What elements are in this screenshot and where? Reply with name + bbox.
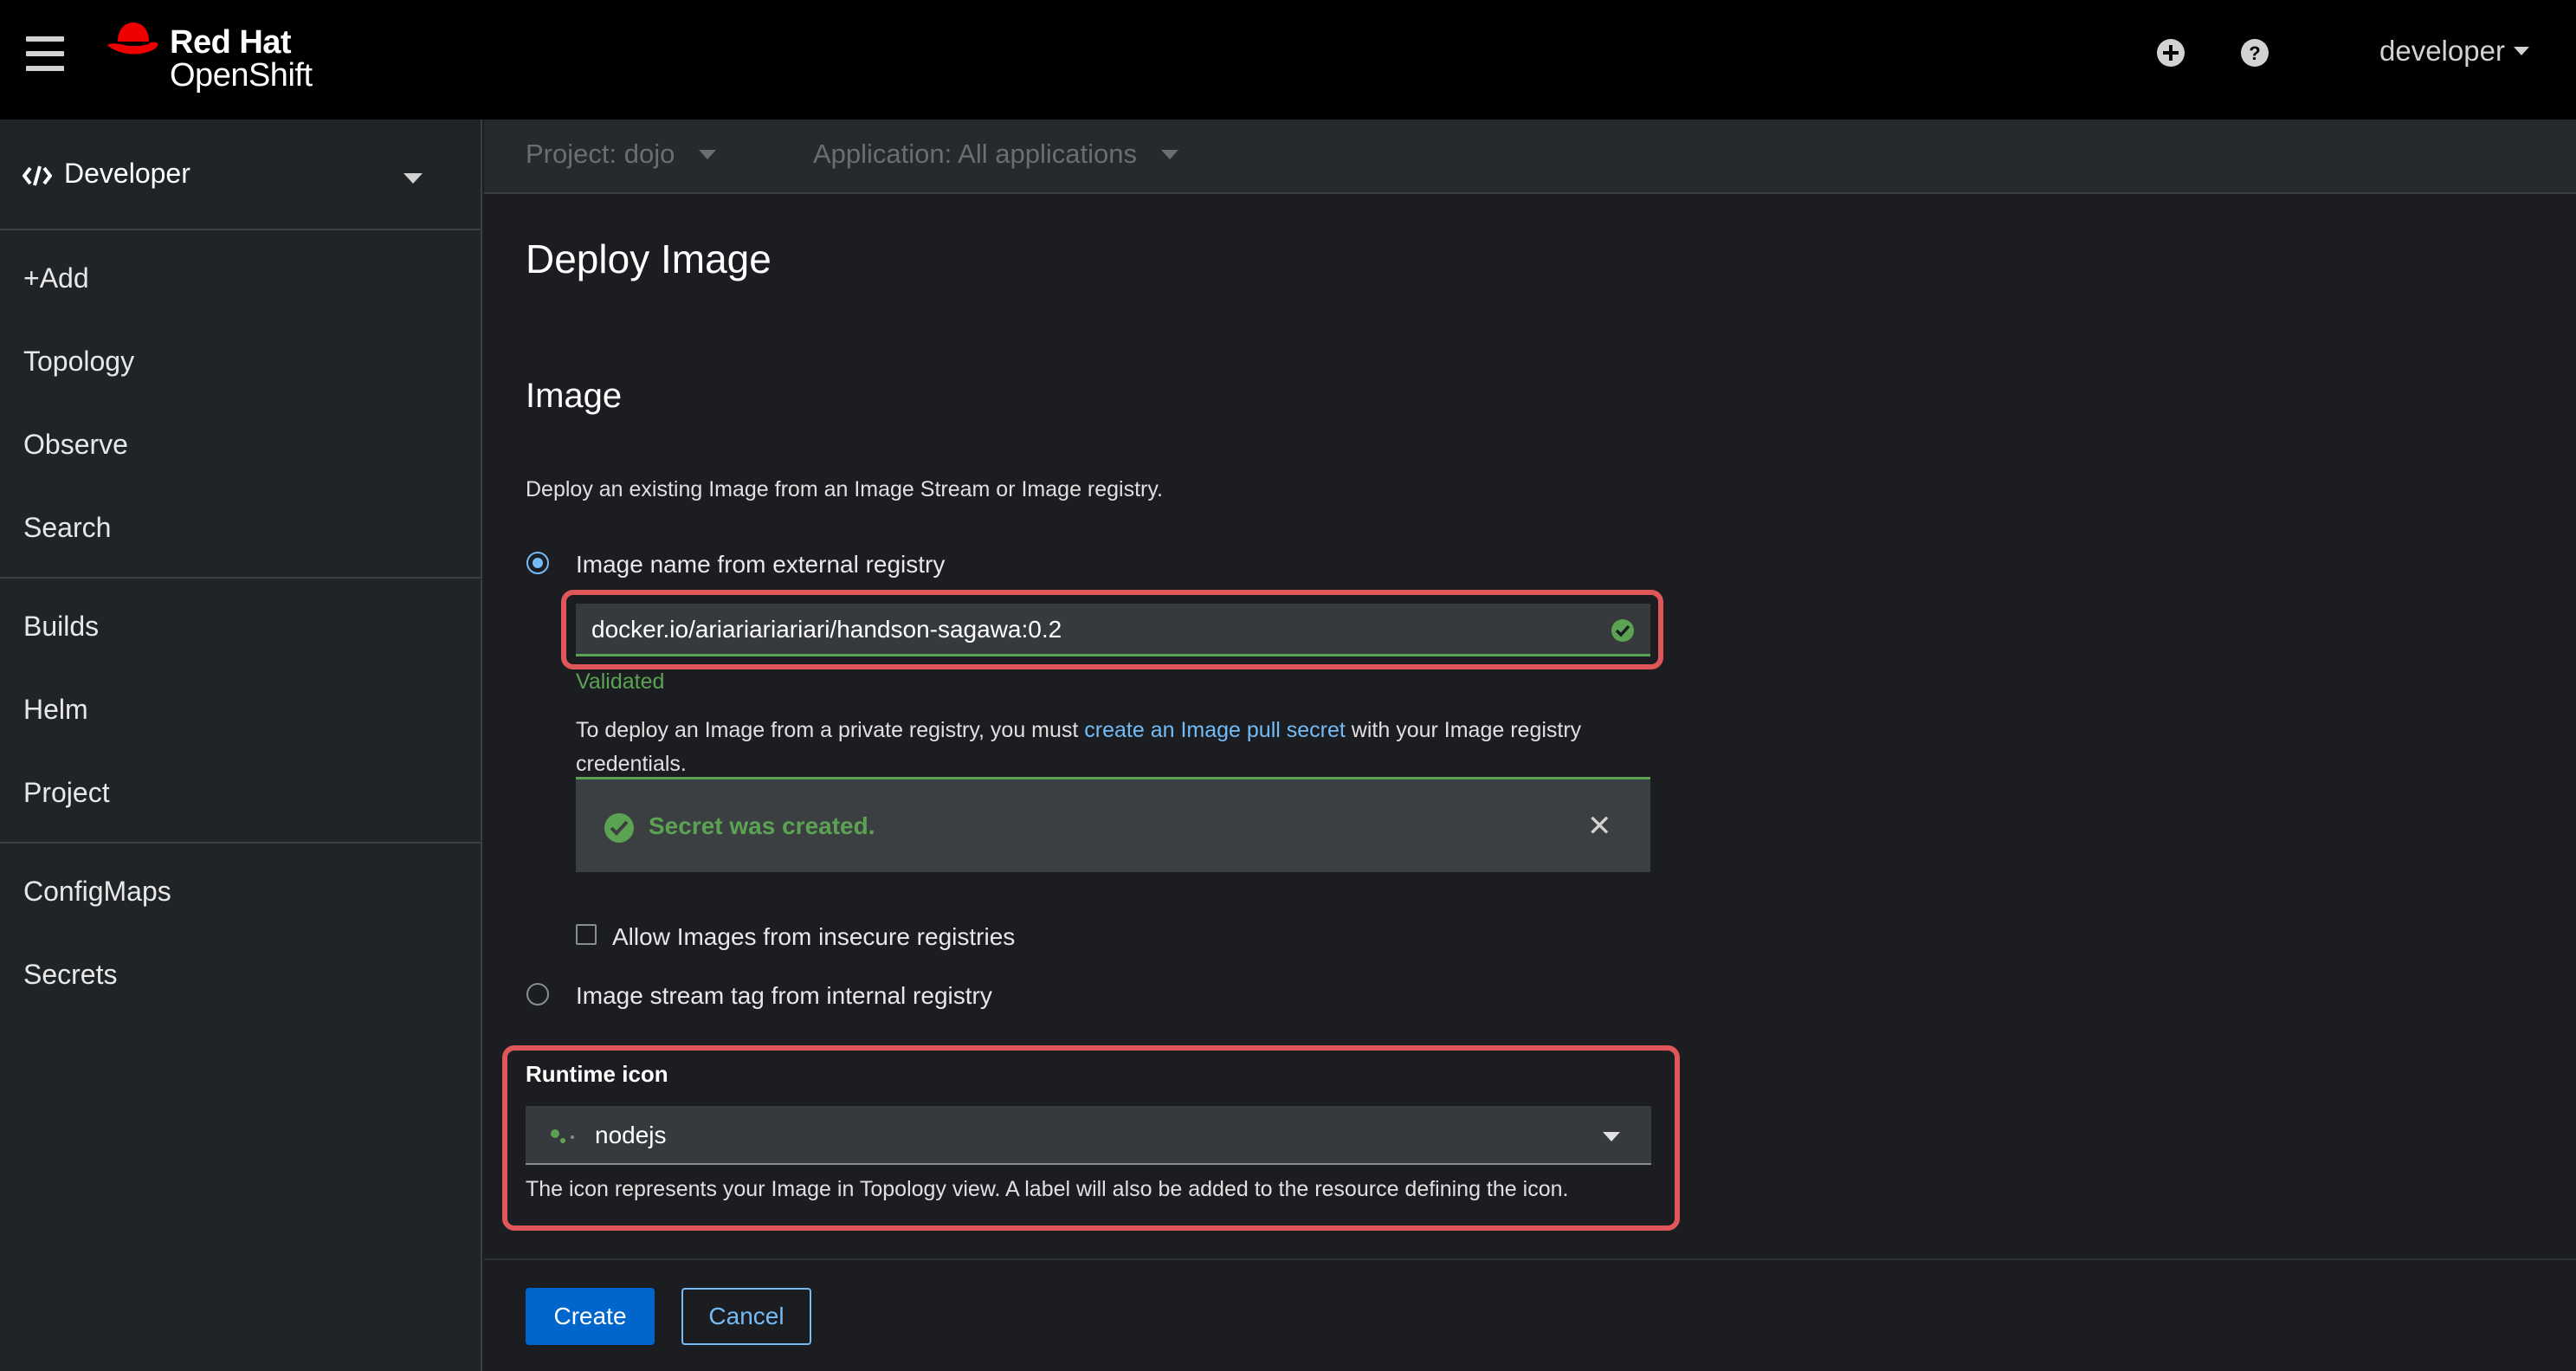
nav-divider: [0, 842, 481, 844]
section-helper-text: Deploy an existing Image from an Image S…: [526, 477, 1163, 501]
brand-openshift: OpenShift: [170, 57, 313, 94]
image-name-input[interactable]: docker.io/ariariariariari/handson-sagawa…: [576, 604, 1650, 656]
close-icon[interactable]: ✕: [1587, 809, 1612, 844]
sidebar-item-helm[interactable]: Helm: [23, 694, 88, 726]
masthead: Red Hat OpenShift ? developer: [0, 0, 2576, 120]
project-selector[interactable]: Project: dojo: [526, 139, 717, 170]
create-button[interactable]: Create: [526, 1288, 655, 1345]
sidebar-item-builds[interactable]: Builds: [23, 611, 99, 643]
cancel-button[interactable]: Cancel: [681, 1288, 811, 1345]
application-selector-label: Application: All applications: [813, 139, 1137, 169]
perspective-label: Developer: [64, 158, 190, 189]
application-selector[interactable]: Application: All applications: [813, 139, 1178, 170]
pull-secret-text: To deploy an Image from a private regist…: [576, 714, 1684, 781]
caret-down-icon: [404, 173, 423, 184]
sidebar-item-add[interactable]: +Add: [23, 262, 89, 294]
success-alert: Secret was created. ✕: [576, 777, 1650, 872]
context-bar: Project: dojo Application: All applicati…: [484, 120, 2576, 194]
code-icon: [23, 165, 52, 186]
radio-external-registry-label[interactable]: Image name from external registry: [576, 551, 945, 579]
question-circle-icon[interactable]: ?: [2240, 38, 2269, 68]
radio-internal-registry-label[interactable]: Image stream tag from internal registry: [576, 982, 992, 1010]
create-pull-secret-link[interactable]: create an Image pull secret: [1084, 718, 1346, 742]
runtime-icon-value: nodejs: [595, 1122, 667, 1148]
pull-secret-text-before: To deploy an Image from a private regist…: [576, 718, 1085, 742]
sidebar-item-topology[interactable]: Topology: [23, 346, 134, 378]
sidebar-item-search[interactable]: Search: [23, 512, 111, 544]
runtime-icon-helper: The icon represents your Image in Topolo…: [526, 1177, 1569, 1201]
sidebar-item-project[interactable]: Project: [23, 777, 110, 809]
insecure-registries-label[interactable]: Allow Images from insecure registries: [612, 923, 1015, 951]
svg-text:?: ?: [2249, 42, 2260, 64]
insecure-registries-checkbox[interactable]: [576, 924, 597, 945]
user-name: developer: [2379, 35, 2505, 67]
check-circle-icon: [1611, 619, 1634, 642]
page-title: Deploy Image: [526, 236, 772, 281]
caret-down-icon: [1160, 149, 1178, 159]
project-selector-label: Project: dojo: [526, 139, 675, 169]
runtime-icon-select[interactable]: nodejs: [526, 1106, 1651, 1165]
hamburger-menu-icon[interactable]: [26, 36, 64, 71]
perspective-switcher[interactable]: Developer: [0, 120, 481, 230]
caret-down-icon: [1603, 1132, 1620, 1141]
radio-external-registry[interactable]: [526, 552, 549, 574]
brand-red-hat: Red Hat: [170, 24, 292, 61]
red-hat-logo-icon: [107, 23, 158, 55]
section-title: Image: [526, 377, 623, 415]
radio-internal-registry[interactable]: [526, 983, 549, 1006]
runtime-icon-label: Runtime icon: [526, 1061, 668, 1087]
chevron-down-icon: [2513, 47, 2529, 55]
user-menu[interactable]: developer: [2379, 35, 2529, 68]
nav-divider: [0, 577, 481, 579]
validated-text: Validated: [576, 669, 665, 694]
alert-message: Secret was created.: [649, 812, 875, 839]
check-circle-icon: [604, 813, 634, 843]
sidebar: Developer +Add Topology Observe Search B…: [0, 120, 482, 1371]
sidebar-item-secrets[interactable]: Secrets: [23, 959, 117, 991]
sidebar-item-configmaps[interactable]: ConfigMaps: [23, 876, 171, 908]
plus-circle-icon[interactable]: [2156, 38, 2185, 68]
footer-divider: [484, 1258, 2576, 1260]
nodejs-icon: [551, 1129, 574, 1143]
caret-down-icon: [699, 149, 717, 159]
sidebar-item-observe[interactable]: Observe: [23, 429, 128, 461]
